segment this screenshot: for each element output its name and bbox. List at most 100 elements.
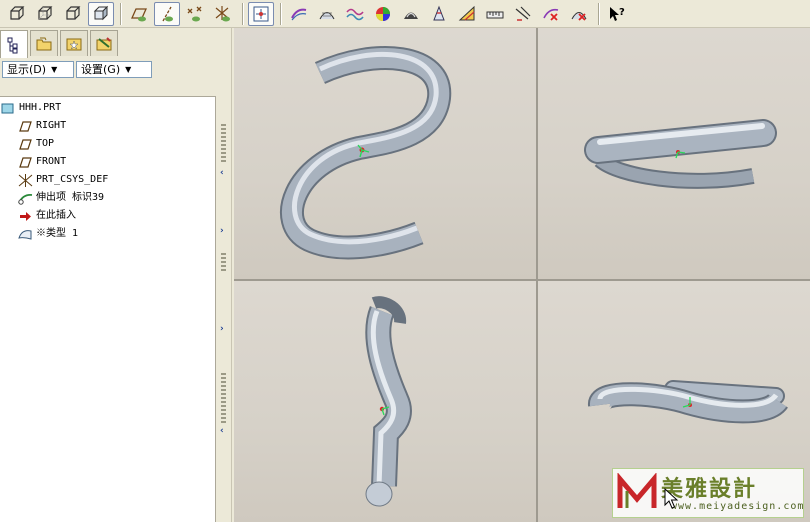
tree-item-front-plane[interactable]: FRONT bbox=[17, 154, 66, 170]
watermark-url: www.meiyadesign.com bbox=[671, 501, 805, 512]
color-sphere-icon bbox=[376, 6, 390, 21]
tree-item-label: ※类型 1 bbox=[36, 228, 79, 239]
svg-text:?: ? bbox=[619, 7, 625, 18]
tree-item-part[interactable]: HHH.PRT bbox=[0, 100, 61, 116]
tree-item-sweep[interactable]: 伸出项 标识39 bbox=[17, 190, 104, 206]
collapse-left-icon[interactable]: ‹ bbox=[220, 168, 224, 178]
sweep-feature-icon bbox=[17, 191, 33, 205]
tree-item-right-plane[interactable]: RIGHT bbox=[17, 118, 66, 134]
datum-planes-toggle-button[interactable] bbox=[126, 2, 152, 26]
viewport-right[interactable] bbox=[538, 28, 810, 279]
measure-distance-button[interactable] bbox=[482, 2, 508, 26]
datum-points-toggle-button[interactable] bbox=[182, 2, 208, 26]
tab-favorites[interactable] bbox=[60, 30, 88, 56]
appearance-gallery-button[interactable] bbox=[370, 2, 396, 26]
viewport-divider-horizontal[interactable] bbox=[234, 279, 810, 281]
navigator-menu-bar: 显示(D) ▼ 设置(G) ▼ bbox=[0, 59, 216, 79]
toolbar-separator bbox=[598, 2, 600, 25]
render-button[interactable] bbox=[398, 2, 424, 26]
tree-item-flexible-type[interactable]: ※类型 1 bbox=[17, 226, 78, 242]
help-arrow-icon: ? bbox=[610, 6, 625, 21]
render-icon bbox=[404, 12, 418, 19]
viewport-divider-vertical[interactable] bbox=[536, 28, 538, 522]
tree-item-label: 伸出项 标识39 bbox=[36, 192, 105, 203]
wireframe-cube-icon bbox=[10, 5, 25, 20]
tree-item-label: PRT_CSYS_DEF bbox=[36, 174, 109, 185]
tree-item-label: HHH.PRT bbox=[19, 102, 62, 113]
measure-angle-button[interactable] bbox=[510, 2, 536, 26]
boundary-blend-button[interactable] bbox=[314, 2, 340, 26]
show-menu-button[interactable]: 显示(D) ▼ bbox=[2, 60, 74, 78]
viewport-front[interactable] bbox=[234, 28, 536, 279]
draft-analysis-button[interactable] bbox=[454, 2, 480, 26]
chevron-down-icon: ▼ bbox=[51, 64, 58, 74]
tab-model-tree[interactable] bbox=[0, 30, 28, 58]
view-manager-button[interactable] bbox=[248, 1, 274, 26]
sweep-tool-button[interactable] bbox=[286, 2, 312, 26]
delete-surface-button[interactable] bbox=[566, 2, 592, 26]
expand-right-icon[interactable]: › bbox=[220, 324, 224, 334]
navigator-tabs bbox=[0, 28, 216, 58]
connections-icon bbox=[96, 36, 112, 50]
tree-item-insert-here[interactable]: 在此插入 bbox=[17, 208, 76, 224]
datum-plane-icon bbox=[17, 119, 33, 133]
toolbar-separator bbox=[280, 2, 282, 25]
toolbar-separator bbox=[242, 2, 244, 25]
mouse-cursor-icon bbox=[664, 488, 679, 509]
tree-item-top-plane[interactable]: TOP bbox=[17, 136, 54, 152]
chevron-down-icon: ▼ bbox=[125, 64, 132, 74]
tree-item-label: RIGHT bbox=[36, 120, 67, 131]
navigator-panel: 显示(D) ▼ 设置(G) ▼ HHH.PRT RIGHT TOP FRONT … bbox=[0, 28, 216, 522]
tree-item-csys[interactable]: PRT_CSYS_DEF bbox=[17, 172, 108, 188]
s-hook-front-view bbox=[280, 46, 452, 260]
folder-icon bbox=[36, 37, 52, 50]
tree-item-label: FRONT bbox=[36, 156, 67, 167]
boundary-blend-icon bbox=[319, 11, 335, 19]
wireframe-view-button[interactable] bbox=[4, 2, 30, 26]
hidden-line-cube-icon bbox=[38, 5, 53, 20]
tab-connections[interactable] bbox=[90, 30, 118, 56]
datum-axis-eye-icon bbox=[162, 6, 173, 21]
delete-surface-icon bbox=[571, 11, 587, 21]
coordinate-systems-toggle-button[interactable] bbox=[210, 2, 236, 26]
view-manager-icon bbox=[253, 6, 269, 21]
tab-folder-browser[interactable] bbox=[30, 30, 58, 56]
sweep-tool-icon bbox=[291, 8, 307, 20]
analysis-button[interactable] bbox=[426, 2, 452, 26]
main-toolbar: ? bbox=[0, 0, 810, 28]
ruler-icon bbox=[486, 11, 504, 18]
model-tree: HHH.PRT RIGHT TOP FRONT PRT_CSYS_DEF 伸出项… bbox=[0, 96, 216, 522]
context-help-button[interactable]: ? bbox=[604, 2, 630, 26]
delete-curve-icon bbox=[543, 8, 559, 21]
part-icon bbox=[0, 101, 16, 115]
splitter-grip bbox=[221, 373, 226, 423]
no-hidden-view-button[interactable] bbox=[60, 2, 86, 26]
draft-analysis-icon bbox=[458, 5, 475, 20]
s-hook-side-view bbox=[584, 119, 777, 189]
expand-right-icon[interactable]: › bbox=[220, 226, 224, 236]
angle-measure-icon bbox=[515, 6, 531, 21]
viewport-top[interactable] bbox=[234, 281, 536, 522]
model-tree-icon bbox=[7, 37, 18, 53]
wave-curve-icon bbox=[346, 8, 364, 20]
no-hidden-cube-icon bbox=[66, 5, 81, 20]
curve-tool-button[interactable] bbox=[342, 2, 368, 26]
analysis-icon bbox=[433, 5, 445, 20]
splitter-grip bbox=[221, 124, 226, 164]
shaded-view-button[interactable] bbox=[88, 1, 114, 26]
show-menu-label: 显示(D) bbox=[7, 63, 47, 76]
csys-eye-icon bbox=[215, 5, 230, 21]
datum-plane-icon bbox=[17, 137, 33, 151]
collapse-left-icon[interactable]: ‹ bbox=[220, 426, 224, 436]
brand-logo-icon bbox=[617, 473, 657, 508]
insert-here-arrow-icon bbox=[17, 209, 33, 223]
datum-point-eye-icon bbox=[187, 6, 202, 21]
datum-axes-toggle-button[interactable] bbox=[154, 1, 180, 26]
tree-item-label: TOP bbox=[36, 138, 55, 149]
settings-menu-button[interactable]: 设置(G) ▼ bbox=[76, 60, 152, 78]
coordinate-system-icon bbox=[17, 173, 33, 187]
panel-splitter[interactable]: ‹ › › ‹ bbox=[216, 28, 232, 522]
delete-analysis-button[interactable] bbox=[538, 2, 564, 26]
settings-menu-label: 设置(G) bbox=[81, 63, 121, 76]
hidden-line-view-button[interactable] bbox=[32, 2, 58, 26]
